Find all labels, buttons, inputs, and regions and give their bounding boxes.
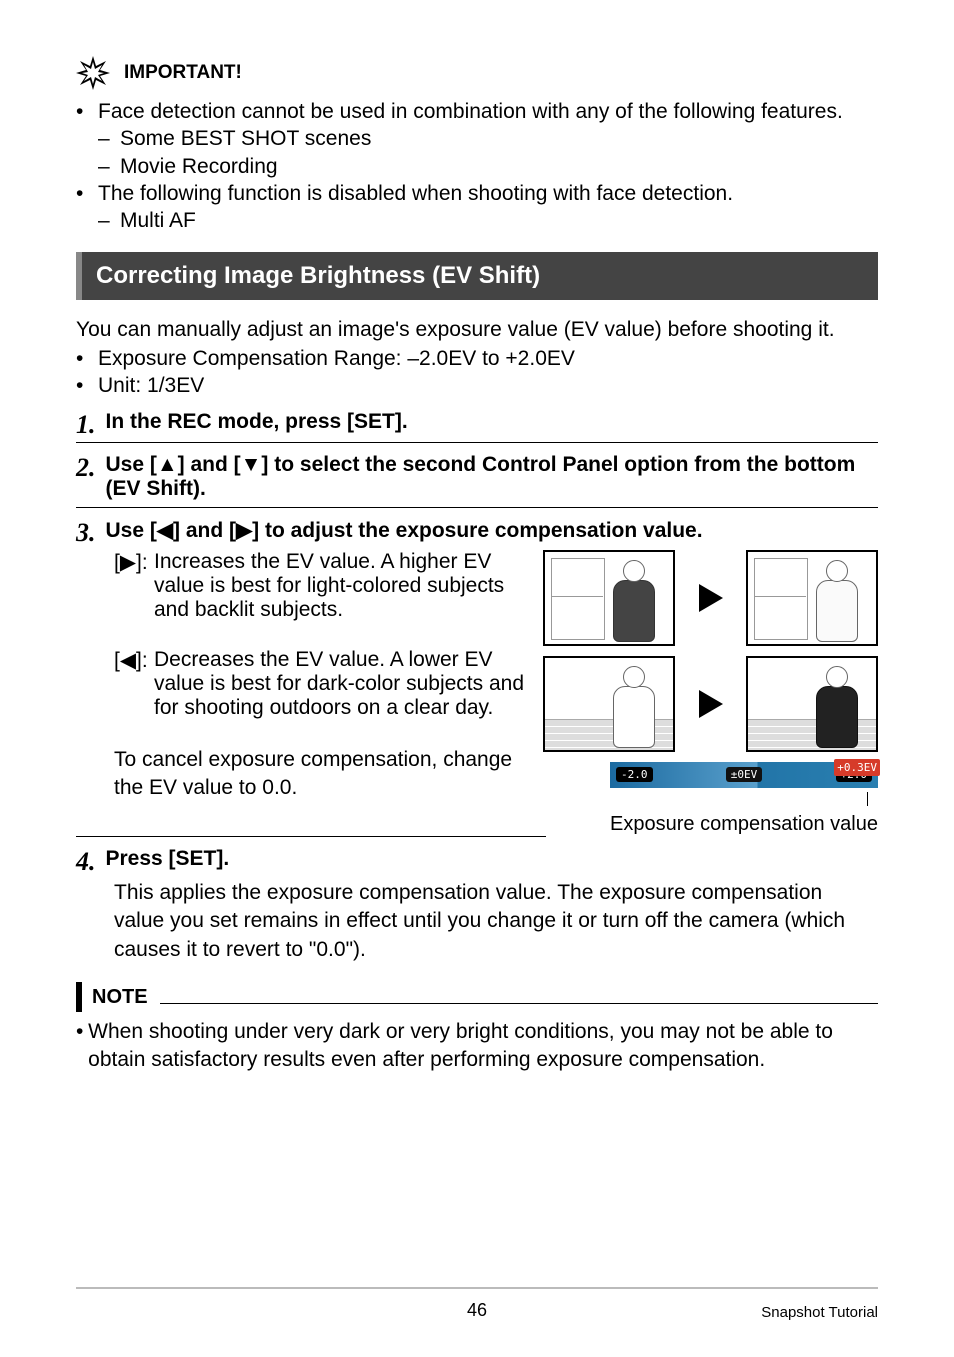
burst-icon [76, 56, 110, 90]
intro-bullet-1: •Exposure Compensation Range: –2.0EV to … [76, 345, 878, 372]
ev-mid: ±0EV [726, 767, 763, 782]
footer-rule [76, 1287, 878, 1289]
ev-min: -2.0 [616, 767, 653, 782]
ev-scale-bar: -2.0 ±0EV +2.0 +0.3EV [610, 762, 878, 788]
page-footer: 46 Snapshot Tutorial [76, 1304, 878, 1321]
divider-short [76, 836, 546, 837]
illustration-backlit-after [746, 550, 878, 646]
note-bullet: • When shooting under very dark or very … [76, 1018, 878, 1073]
arrow-right-icon [699, 690, 723, 718]
note-tick-icon [76, 982, 82, 1012]
illustration-backlit-before [543, 550, 675, 646]
step-number-3: 3. [76, 520, 96, 546]
step-number-1: 1. [76, 412, 96, 438]
important-label: IMPORTANT! [124, 62, 242, 84]
divider [76, 442, 878, 443]
section-heading: Correcting Image Brightness (EV Shift) [76, 252, 878, 300]
step-number-4: 4. [76, 849, 96, 875]
illustration-row-backlit [543, 550, 878, 646]
intro-bullet-2: •Unit: 1/3EV [76, 372, 878, 399]
step3-increase: [▶]: Increases the EV value. A higher EV… [114, 550, 525, 622]
step3-cancel: To cancel exposure compensation, change … [114, 746, 525, 803]
important-sub-1a: – Some BEST SHOT scenes [76, 125, 878, 152]
illustration-outdoor-before [543, 656, 675, 752]
step-4: 4. Press [SET]. [76, 847, 878, 873]
step-2: 2. Use [▲] and [▼] to select the second … [76, 453, 878, 501]
step4-body: This applies the exposure compensation v… [76, 879, 878, 965]
ev-current-value: +0.3EV [834, 759, 880, 776]
divider [76, 507, 878, 508]
step-1: 1. In the REC mode, press [SET]. [76, 410, 878, 436]
illustration-row-outdoor [543, 656, 878, 752]
illustration-panel: -2.0 ±0EV +2.0 +0.3EV Exposure compensat… [543, 550, 878, 836]
intro-line: You can manually adjust an image's expos… [76, 316, 878, 345]
arrow-right-icon [699, 584, 723, 612]
important-bullet-2: • The following function is disabled whe… [76, 180, 878, 207]
step3-decrease: [◀]: Decreases the EV value. A lower EV … [114, 648, 525, 720]
important-bullet-1: • Face detection cannot be used in combi… [76, 98, 878, 125]
illustration-outdoor-after [746, 656, 878, 752]
step-3: 3. Use [◀] and [▶] to adjust the exposur… [76, 518, 878, 544]
footer-section: Snapshot Tutorial [761, 1304, 878, 1321]
step-number-2: 2. [76, 455, 96, 481]
page-number: 46 [467, 1300, 487, 1321]
important-sub-2a: – Multi AF [76, 207, 878, 234]
important-header: IMPORTANT! [76, 56, 878, 90]
note-rule [160, 1003, 878, 1004]
note-header: NOTE [76, 982, 878, 1012]
ev-caption: Exposure compensation value [543, 813, 878, 836]
important-sub-1b: – Movie Recording [76, 153, 878, 180]
